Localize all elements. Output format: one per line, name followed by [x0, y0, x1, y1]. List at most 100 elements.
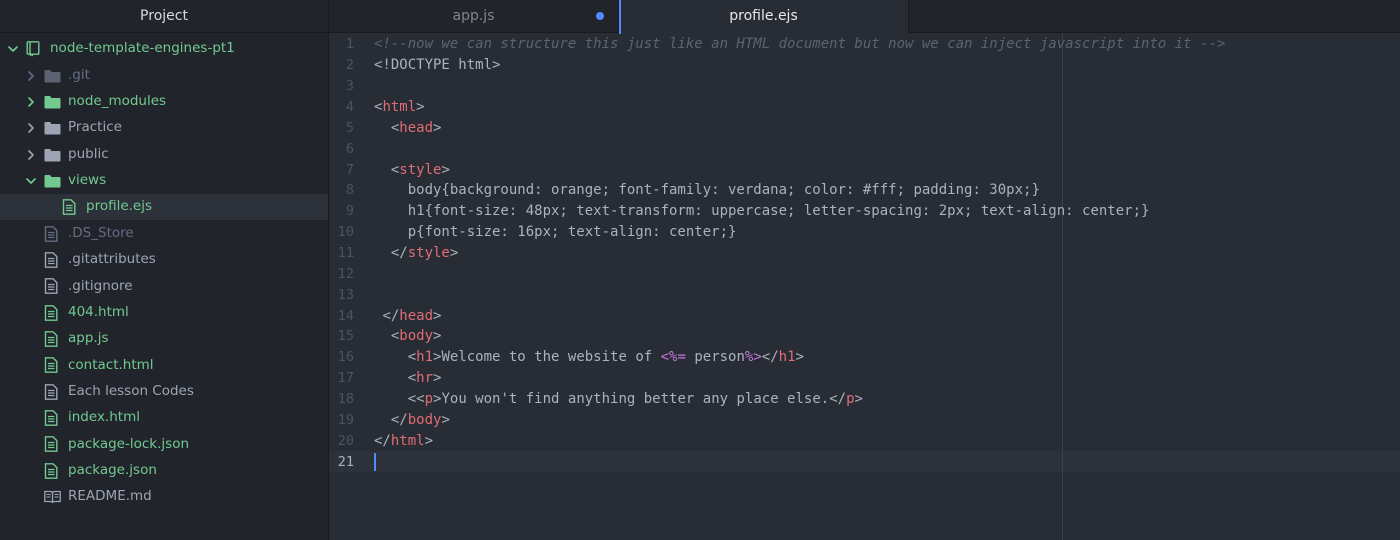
- tree-item-ds-store[interactable]: .DS_Store: [0, 220, 328, 246]
- tree-item-contact-html[interactable]: contact.html: [0, 352, 328, 378]
- line-number[interactable]: 17: [329, 370, 354, 386]
- tree-item-label: package.json: [68, 461, 157, 478]
- tree-item-profile-ejs[interactable]: profile.ejs: [0, 194, 328, 221]
- line-number[interactable]: 16: [329, 349, 354, 365]
- line-number[interactable]: 18: [329, 391, 354, 407]
- tree-item-index-html[interactable]: index.html: [0, 405, 328, 431]
- line-number[interactable]: 7: [329, 162, 354, 178]
- file-text-icon: [44, 462, 62, 479]
- chevron-right-icon[interactable]: [24, 121, 38, 135]
- code-line[interactable]: 8 body{background: orange; font-family: …: [329, 180, 1400, 201]
- line-number[interactable]: 9: [329, 203, 354, 219]
- line-number[interactable]: 5: [329, 120, 354, 136]
- tree-item-each-lesson-codes[interactable]: Each lesson Codes: [0, 378, 328, 404]
- line-content: <<p>You won't find anything better any p…: [374, 391, 863, 407]
- tree-item-node-modules[interactable]: node_modules: [0, 89, 328, 115]
- code-line[interactable]: 17 <hr>: [329, 368, 1400, 389]
- tab-app-js[interactable]: app.js: [329, 0, 619, 33]
- text-editor[interactable]: 1 <!--now we can structure this just like…: [329, 33, 1400, 540]
- line-number[interactable]: 8: [329, 182, 354, 198]
- chevron-right-icon[interactable]: [24, 69, 38, 83]
- line-number[interactable]: 15: [329, 328, 354, 344]
- folder-icon: [44, 94, 62, 110]
- code-line[interactable]: 11 </style>: [329, 243, 1400, 264]
- line-content: p{font-size: 16px; text-align: center;}: [374, 224, 737, 240]
- tag-name-token: p: [424, 391, 434, 408]
- tree-item-label: .DS_Store: [68, 224, 134, 241]
- code-line[interactable]: 3: [329, 76, 1400, 97]
- book-icon: [44, 489, 62, 505]
- tree-item-node-template-engines-pt1[interactable]: node-template-engines-pt1: [0, 36, 328, 62]
- tree-item-practice[interactable]: Practice: [0, 115, 328, 141]
- code-line[interactable]: 7 <style>: [329, 159, 1400, 180]
- line-number[interactable]: 12: [329, 266, 354, 282]
- tag-name-token: h1: [778, 349, 796, 366]
- line-number[interactable]: 6: [329, 141, 354, 157]
- tree-item-gitignore[interactable]: .gitignore: [0, 273, 328, 299]
- line-number[interactable]: 2: [329, 57, 354, 73]
- line-number[interactable]: 14: [329, 308, 354, 324]
- line-number[interactable]: 1: [329, 36, 354, 52]
- code-line[interactable]: 10 p{font-size: 16px; text-align: center…: [329, 222, 1400, 243]
- line-number[interactable]: 4: [329, 99, 354, 115]
- line-number[interactable]: 10: [329, 224, 354, 240]
- text-cursor: [374, 452, 376, 471]
- code-line[interactable]: 20 </html>: [329, 430, 1400, 451]
- tab-profile-ejs[interactable]: profile.ejs: [619, 0, 909, 34]
- code-line[interactable]: 9 h1{font-size: 48px; text-transform: up…: [329, 201, 1400, 222]
- tree-item-gitattributes[interactable]: .gitattributes: [0, 247, 328, 273]
- line-content: h1{font-size: 48px; text-transform: uppe…: [374, 203, 1150, 220]
- tree-item-package-lock-json[interactable]: package-lock.json: [0, 431, 328, 457]
- tree-item-git[interactable]: .git: [0, 62, 328, 88]
- tree-item-public[interactable]: public: [0, 141, 328, 167]
- code-line[interactable]: 21: [329, 451, 1400, 473]
- tree-item-404-html[interactable]: 404.html: [0, 299, 328, 325]
- code-line[interactable]: 13: [329, 284, 1400, 305]
- tree-item-label: README.md: [68, 488, 152, 505]
- line-number[interactable]: 21: [329, 454, 354, 470]
- code-line[interactable]: 1 <!--now we can structure this just like…: [329, 34, 1400, 55]
- text-token: h1{font-size: 48px; text-transform: uppe…: [374, 203, 1150, 220]
- file-text-icon: [44, 436, 62, 453]
- line-number[interactable]: 20: [329, 433, 354, 449]
- text-token: <!DOCTYPE html>: [374, 57, 501, 74]
- code-line[interactable]: 18 <<p>You won't find anything better an…: [329, 389, 1400, 410]
- code-line[interactable]: 2 <!DOCTYPE html>: [329, 55, 1400, 76]
- code-line[interactable]: 4 <html>: [329, 97, 1400, 118]
- code-line[interactable]: 14 </head>: [329, 305, 1400, 326]
- tag-name-token: html: [382, 99, 417, 115]
- tag-name-token: hr: [416, 370, 434, 387]
- tab-label: app.js: [452, 8, 495, 24]
- code-line[interactable]: 19 </body>: [329, 409, 1400, 430]
- chevron-down-icon[interactable]: [24, 174, 38, 188]
- project-panel-title: Project: [0, 0, 328, 33]
- line-content: <style>: [374, 162, 450, 178]
- tree-item-views[interactable]: views: [0, 168, 328, 194]
- line-number[interactable]: 19: [329, 412, 354, 428]
- line-number[interactable]: 11: [329, 245, 354, 261]
- code-line[interactable]: 5 <head>: [329, 117, 1400, 138]
- line-number[interactable]: 3: [329, 78, 354, 94]
- line-number[interactable]: 13: [329, 287, 354, 303]
- chevron-right-icon[interactable]: [24, 95, 38, 109]
- line-content: <!DOCTYPE html>: [374, 57, 500, 73]
- line-content: <hr>: [374, 370, 442, 387]
- tree-item-label: profile.ejs: [86, 198, 153, 215]
- modified-dot-icon[interactable]: [596, 12, 604, 20]
- code-line[interactable]: 15 <body>: [329, 326, 1400, 347]
- tree-item-package-json[interactable]: package.json: [0, 458, 328, 484]
- tree-item-readme-md[interactable]: README.md: [0, 484, 328, 510]
- code-line[interactable]: 16 <h1>Welcome to the website of <%= per…: [329, 347, 1400, 368]
- chevron-right-icon[interactable]: [24, 148, 38, 162]
- code-line[interactable]: 12: [329, 263, 1400, 284]
- tree-item-label: Practice: [68, 119, 122, 136]
- chevron-down-icon[interactable]: [6, 42, 20, 56]
- tree-item-app-js[interactable]: app.js: [0, 326, 328, 352]
- code-line[interactable]: 6: [329, 138, 1400, 159]
